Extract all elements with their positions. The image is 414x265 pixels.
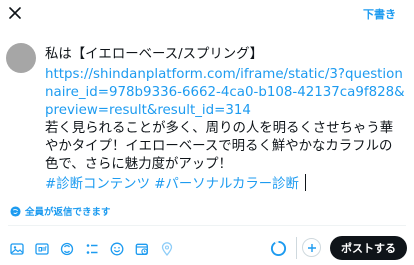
tweet-textarea[interactable]: 私は【イエローベース/スプリング】 https://shindanplatfor… — [45, 46, 405, 194]
schedule-icon — [135, 243, 148, 255]
list-icon — [86, 243, 97, 254]
divider — [8, 225, 406, 226]
tweet-link[interactable]: https://shindanplatform.com/iframe/stati… — [45, 66, 405, 120]
toolbar-separator — [296, 237, 297, 259]
post-button[interactable]: ポストする — [330, 236, 407, 260]
emoji-button[interactable] — [108, 240, 125, 257]
tweet-title: 私は【イエローベース/スプリング】 — [45, 47, 263, 62]
location-icon — [161, 241, 172, 256]
schedule-button[interactable] — [133, 240, 150, 257]
compose-header: 下書き — [0, 0, 414, 28]
gif-icon — [34, 242, 49, 255]
tweet-body: 若く見られることが多く、周りの人を明るくさせちゃう華やかタイプ！イエローベースで… — [45, 121, 394, 172]
compose-toolbar — [8, 240, 175, 257]
add-post-button[interactable] — [302, 238, 321, 257]
tweet-hashtags[interactable]: #診断コンテンツ #パーソナルカラー診断 — [45, 177, 299, 192]
list-button[interactable] — [83, 240, 100, 257]
drafts-button[interactable]: 下書き — [363, 6, 396, 22]
image-button[interactable] — [8, 240, 25, 257]
globe-icon — [10, 205, 21, 217]
gif-button[interactable] — [33, 240, 50, 257]
character-count-ring — [270, 240, 287, 257]
text-caret — [304, 174, 306, 191]
location-button[interactable] — [158, 240, 175, 257]
reply-setting-button[interactable]: 全員が返信できます — [10, 204, 111, 218]
plus-icon — [307, 243, 316, 252]
emoji-icon — [110, 242, 123, 255]
close-icon — [9, 7, 21, 19]
close-button[interactable] — [6, 4, 24, 22]
avatar[interactable] — [6, 43, 36, 73]
poll-icon — [60, 242, 73, 255]
reply-setting-label: 全員が返信できます — [25, 207, 111, 218]
image-icon — [9, 242, 24, 255]
poll-button[interactable] — [58, 240, 75, 257]
